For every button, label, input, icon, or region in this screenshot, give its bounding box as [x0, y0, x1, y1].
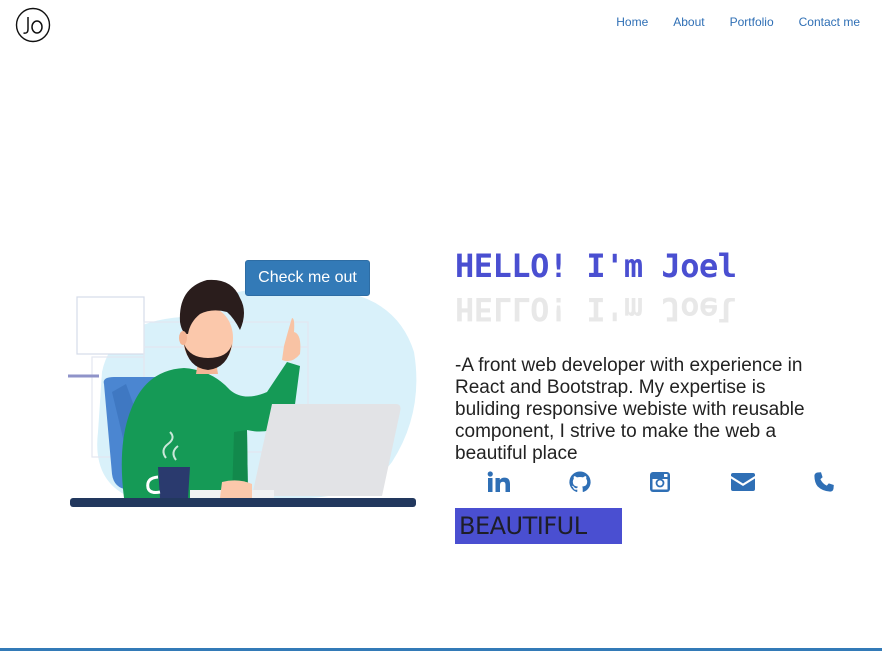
envelope-icon[interactable] — [728, 467, 758, 497]
social-links — [470, 467, 850, 497]
jo-logo-icon[interactable] — [15, 7, 51, 43]
check-me-out-button[interactable]: Check me out — [245, 260, 370, 296]
nav-contact[interactable]: Contact me — [799, 14, 860, 30]
instagram-icon[interactable] — [645, 467, 675, 497]
phone-icon[interactable] — [809, 467, 839, 497]
linkedin-icon[interactable] — [484, 467, 514, 497]
page: Home About Portfolio Contact me Check me… — [0, 0, 882, 651]
nav-about[interactable]: About — [673, 14, 704, 30]
main-nav: Home About Portfolio Contact me — [591, 14, 860, 30]
github-icon[interactable] — [565, 467, 595, 497]
nav-home[interactable]: Home — [616, 14, 648, 30]
developer-illustration — [68, 279, 417, 507]
hero-title: HELLO! I'm Joel — [455, 247, 737, 285]
hero-description: -A front web developer with experience i… — [455, 355, 805, 464]
hero-title-reflection: HELLO! I'm Joel — [455, 290, 737, 328]
typed-word-highlight: BEAUTIFUL — [455, 508, 622, 544]
nav-portfolio[interactable]: Portfolio — [730, 14, 774, 30]
